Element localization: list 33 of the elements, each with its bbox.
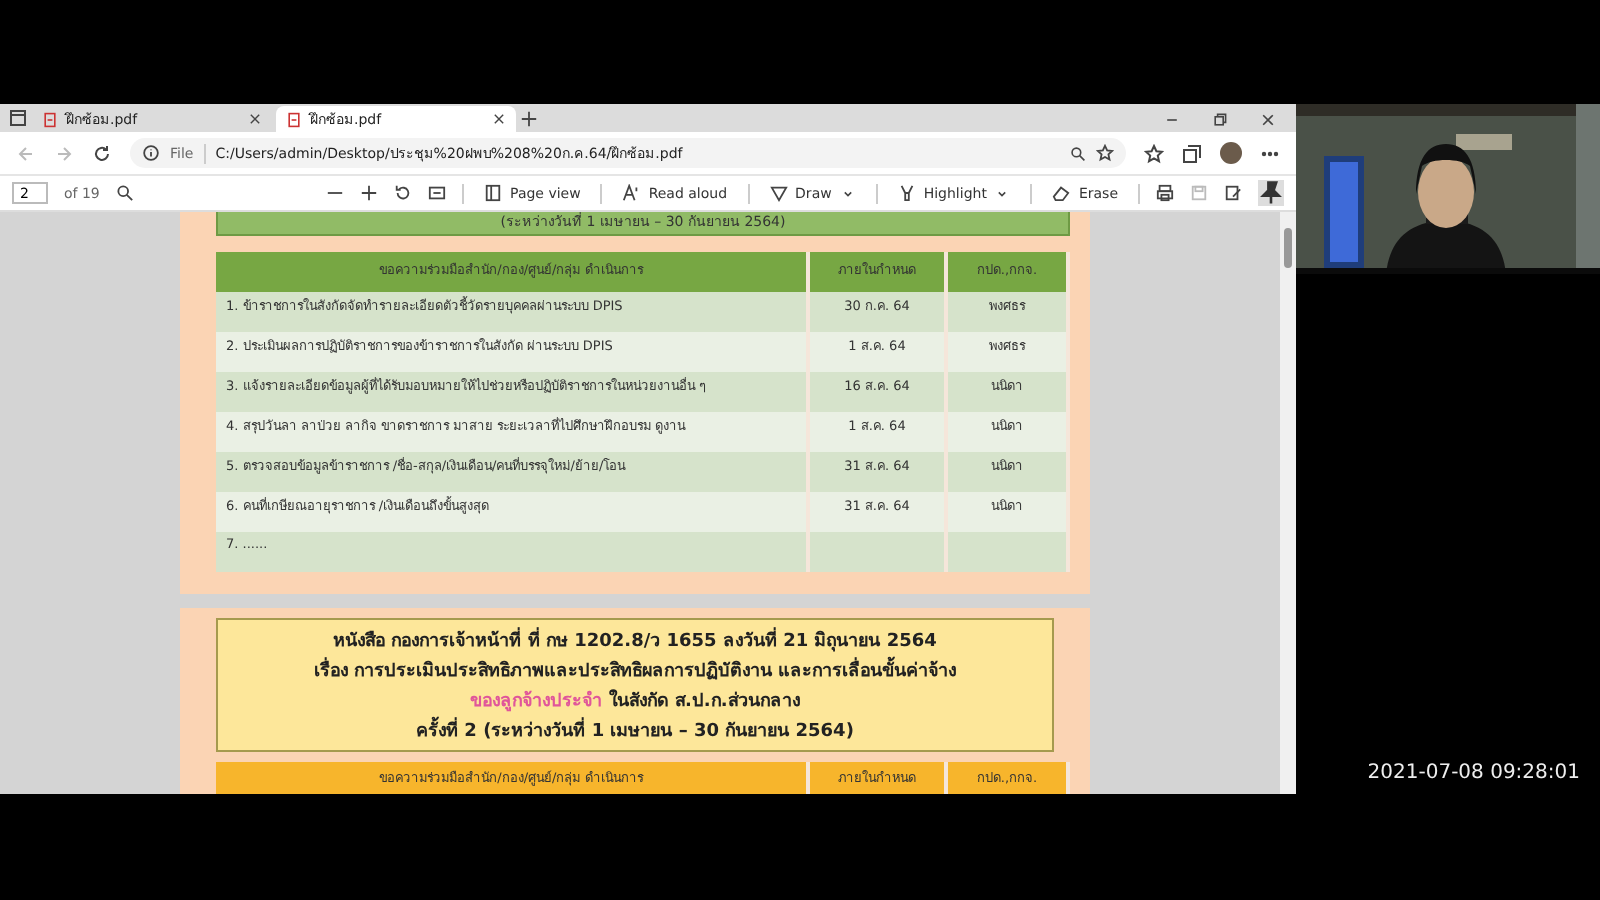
notice-line: ของลูกจ้างประจำ ในสังกัด ส.ป.ก.ส่วนกลาง: [470, 687, 800, 714]
tabs-icon[interactable]: [8, 108, 28, 128]
eraser-icon: [1052, 184, 1071, 202]
rotate-icon[interactable]: [394, 184, 413, 202]
search-icon[interactable]: [115, 184, 134, 202]
edit-icon[interactable]: [1224, 184, 1242, 202]
timestamp: 2021-07-08 09:28:01: [1365, 762, 1582, 784]
scrollbar-thumb[interactable]: [1284, 228, 1292, 268]
read-aloud-icon: [622, 184, 641, 202]
page-icon: [484, 184, 503, 202]
zoom-in-icon[interactable]: [360, 184, 379, 202]
refresh-icon[interactable]: [92, 143, 112, 163]
notice-line: หนังสือ กองการเจ้าหน้าที่ ที่ กษ 1202.8/ว 1655 ลงวันที่ 21 มิถุนายน 2564: [333, 626, 937, 654]
restore-icon[interactable]: [1212, 112, 1228, 128]
pdf-file-icon: [286, 111, 302, 127]
print-icon[interactable]: [1156, 184, 1174, 202]
pin-icon[interactable]: [1258, 180, 1284, 206]
zoom-icon[interactable]: [1070, 145, 1086, 161]
info-icon: [142, 144, 160, 162]
notice-line: เรื่อง การประเมินประสิทธิภาพและประสิทธิผลการปฏิบัติงาน และการเลื่อนขั้นค่าจ้าง: [313, 656, 957, 684]
notice-line: ครั้งที่ 2 (ระหว่างวันที่ 1 เมษายน – 30 กันยายน 2564): [416, 716, 854, 744]
favorites-icon[interactable]: [1144, 143, 1164, 163]
collections-icon[interactable]: [1182, 143, 1202, 163]
close-icon[interactable]: [492, 112, 506, 126]
close-icon[interactable]: [248, 112, 262, 126]
new-tab-icon[interactable]: [520, 110, 538, 128]
profile-avatar[interactable]: [1220, 142, 1242, 164]
pdf-file-icon: [42, 111, 58, 127]
close-icon[interactable]: [1260, 112, 1276, 128]
star-icon[interactable]: [1096, 144, 1114, 162]
triangle-icon: [769, 184, 788, 202]
highlighter-icon: [897, 184, 916, 202]
fit-icon[interactable]: [428, 184, 447, 202]
